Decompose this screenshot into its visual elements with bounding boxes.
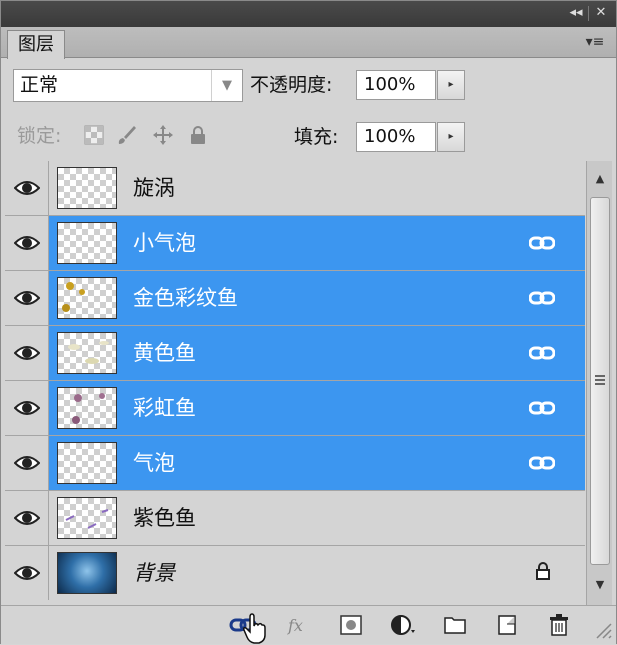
layer-row-background[interactable]: 背景 [5, 546, 585, 601]
visibility-toggle[interactable] [5, 491, 49, 545]
scroll-down-button[interactable]: ▼ [588, 569, 612, 601]
layer-thumbnail [57, 222, 117, 264]
opacity-input[interactable]: 100% [356, 70, 436, 100]
link-icon [529, 236, 555, 250]
layer-content[interactable]: 紫色鱼 [49, 491, 585, 545]
panel-tab-row: 图层 ▾≡ [1, 27, 616, 59]
new-group-folder-icon[interactable] [441, 612, 469, 638]
link-icon [529, 346, 555, 360]
panel-title-bar: ◂◂ ✕ [1, 1, 616, 27]
visibility-toggle[interactable] [5, 271, 49, 325]
layer-name: 紫色鱼 [133, 506, 196, 530]
eye-icon [14, 456, 40, 470]
layer-content[interactable]: 彩虹鱼 [49, 381, 585, 435]
layer-name: 彩虹鱼 [133, 396, 196, 420]
new-layer-icon[interactable] [493, 612, 521, 638]
layer-name: 金色彩纹鱼 [133, 286, 238, 310]
layer-list: 旋涡 小气泡 金色彩纹鱼 黄色鱼 彩虹鱼 气泡 紫色鱼 背景 [5, 161, 585, 605]
panel-menu-icon[interactable]: ▾≡ [583, 33, 607, 51]
trash-icon[interactable] [545, 612, 573, 638]
close-panel-button[interactable]: ✕ [593, 5, 609, 21]
layer-content[interactable]: 小气泡 [49, 216, 585, 270]
add-mask-icon[interactable] [337, 612, 365, 638]
visibility-toggle[interactable] [5, 546, 49, 600]
layer-row-yellow-fish[interactable]: 黄色鱼 [5, 326, 585, 381]
layer-thumbnail [57, 387, 117, 429]
layer-name: 黄色鱼 [133, 341, 196, 365]
fish-thumbnail-art [72, 393, 105, 424]
fish-thumbnail-art [65, 509, 109, 529]
layer-name: 旋涡 [133, 176, 175, 200]
lock-position-move-icon[interactable] [152, 124, 174, 146]
lock-transparent-pixels-icon[interactable] [83, 124, 105, 146]
layer-row-bubbles[interactable]: 气泡 [5, 436, 585, 491]
lock-icon [536, 562, 550, 580]
layer-content[interactable]: 气泡 [49, 436, 585, 490]
layer-row-swirl[interactable]: 旋涡 [5, 161, 585, 216]
scroll-up-button[interactable]: ▲ [588, 163, 612, 195]
chevron-down-icon[interactable]: ▼ [211, 70, 242, 101]
layer-thumbnail [57, 442, 117, 484]
layer-content[interactable]: 金色彩纹鱼 [49, 271, 585, 325]
blend-mode-select[interactable]: 正常 ▼ [13, 69, 243, 102]
svg-text:fx: fx [287, 616, 303, 635]
hand-cursor-icon [243, 613, 266, 644]
layer-thumbnail [57, 497, 117, 539]
fill-input[interactable]: 100% [356, 122, 436, 152]
layer-content[interactable]: 黄色鱼 [49, 326, 585, 380]
resize-grip-icon[interactable] [589, 616, 617, 642]
fish-thumbnail-art [68, 341, 109, 364]
link-icon [529, 456, 555, 470]
visibility-toggle[interactable] [5, 216, 49, 270]
layer-thumbnail [57, 332, 117, 374]
lock-image-pixels-brush-icon[interactable] [115, 124, 137, 146]
layer-thumbnail [57, 277, 117, 319]
visibility-toggle[interactable] [5, 326, 49, 380]
title-bar-divider [588, 6, 589, 21]
blend-mode-value: 正常 [20, 74, 59, 96]
layers-bottom-toolbar: fx [1, 605, 616, 644]
opacity-label: 不透明度: [250, 74, 333, 96]
link-icon [529, 401, 555, 415]
eye-icon [14, 291, 40, 305]
eye-icon [14, 346, 40, 360]
eye-icon [14, 511, 40, 525]
layer-content[interactable]: 背景 [49, 546, 585, 600]
collapse-panel-button[interactable]: ◂◂ [566, 5, 586, 21]
layer-row-rainbow-fish[interactable]: 彩虹鱼 [5, 381, 585, 436]
visibility-toggle[interactable] [5, 161, 49, 215]
visibility-toggle[interactable] [5, 436, 49, 490]
layer-row-purple-fish[interactable]: 紫色鱼 [5, 491, 585, 546]
eye-icon [14, 181, 40, 195]
opacity-slider-button[interactable]: ▸ [437, 70, 465, 100]
visibility-toggle[interactable] [5, 381, 49, 435]
layer-name: 气泡 [133, 451, 175, 475]
fill-slider-button[interactable]: ▸ [437, 122, 465, 152]
layer-content[interactable]: 旋涡 [49, 161, 585, 215]
layer-row-gold-fish[interactable]: 金色彩纹鱼 [5, 271, 585, 326]
fx-layer-style-icon[interactable]: fx [285, 612, 313, 638]
tab-layers[interactable]: 图层 [7, 30, 65, 59]
scroll-thumb[interactable] [590, 197, 610, 565]
layer-row-small-bubbles[interactable]: 小气泡 [5, 216, 585, 271]
grip-icon [595, 375, 605, 385]
adjustment-layer-icon[interactable] [389, 612, 417, 638]
eye-icon [14, 401, 40, 415]
eye-icon [14, 236, 40, 250]
lock-all-icon[interactable] [187, 124, 209, 146]
layer-name: 小气泡 [133, 231, 196, 255]
link-icon [529, 291, 555, 305]
lock-label: 锁定: [17, 125, 62, 147]
layer-thumbnail [57, 167, 117, 209]
eye-icon [14, 566, 40, 580]
fish-thumbnail-art [62, 282, 85, 312]
layer-name: 背景 [133, 561, 175, 585]
layers-panel: ◂◂ ✕ 图层 ▾≡ 正常 ▼ 不透明度: 100% ▸ 锁定: 填充: 100… [0, 0, 617, 644]
fill-label: 填充: [294, 126, 339, 148]
layer-thumbnail [57, 552, 117, 594]
layer-list-scrollbar[interactable]: ▲ ▼ [586, 161, 612, 605]
